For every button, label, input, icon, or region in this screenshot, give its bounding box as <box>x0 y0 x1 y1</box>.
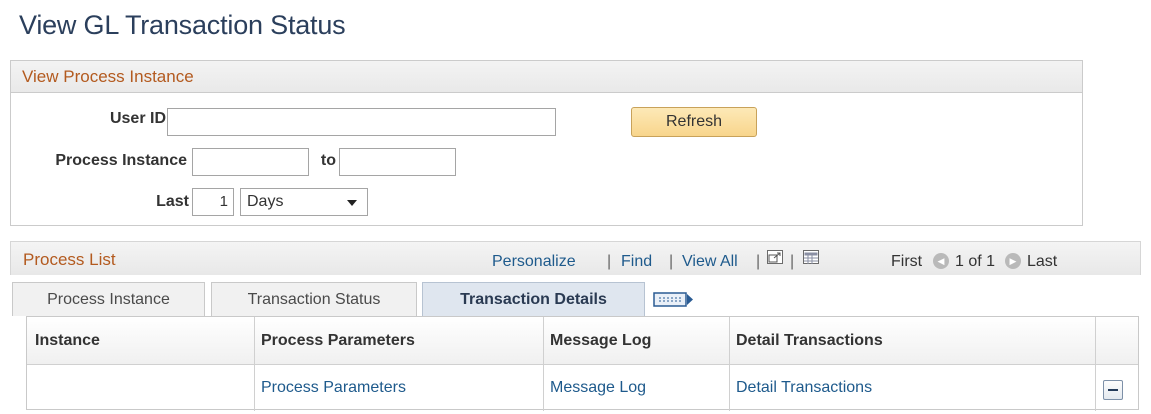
view-process-instance-groupbox: View Process Instance User ID Refresh Pr… <box>10 60 1083 226</box>
tab-transaction-status[interactable]: Transaction Status <box>211 282 417 316</box>
column-divider <box>543 317 544 411</box>
grid-header-row: Instance Process Parameters Message Log … <box>27 317 1138 365</box>
separator: | <box>607 253 612 270</box>
next-arrow-icon[interactable]: ▶ <box>1005 253 1021 269</box>
separator: | <box>790 253 795 270</box>
transaction-details-grid: Instance Process Parameters Message Log … <box>26 316 1139 411</box>
process-list-title: Process List <box>23 250 116 269</box>
page-status: 1 of 1 <box>955 253 996 270</box>
last-value-input[interactable]: 1 <box>192 188 234 216</box>
user-id-input[interactable] <box>167 108 556 136</box>
separator: | <box>669 253 674 270</box>
delete-row-icon[interactable] <box>1103 380 1123 400</box>
process-list-header: Process List Personalize | Find | View A… <box>10 241 1141 275</box>
column-divider <box>729 317 730 411</box>
view-all-link[interactable]: View All <box>682 253 738 271</box>
download-grid-icon[interactable] <box>803 250 819 264</box>
column-header-message-log: Message Log <box>550 332 652 349</box>
personalize-link[interactable]: Personalize <box>492 253 576 271</box>
chevron-down-icon <box>347 200 357 206</box>
first-label: First <box>891 253 923 270</box>
to-label: to <box>320 152 336 169</box>
period-select[interactable]: Days <box>240 188 368 216</box>
last-label: Last <box>156 193 189 210</box>
column-divider <box>254 317 255 411</box>
separator: | <box>756 253 761 270</box>
column-header-process-parameters: Process Parameters <box>261 332 415 349</box>
process-instance-from-input[interactable] <box>192 148 309 176</box>
process-instance-label: Process Instance <box>55 152 187 169</box>
process-instance-to-input[interactable] <box>339 148 456 176</box>
message-log-link[interactable]: Message Log <box>550 379 646 397</box>
find-link[interactable]: Find <box>621 253 652 271</box>
detail-transactions-link[interactable]: Detail Transactions <box>736 379 872 397</box>
groupbox-title: View Process Instance <box>11 61 1082 93</box>
tab-process-instance[interactable]: Process Instance <box>12 282 205 316</box>
new-window-icon[interactable] <box>767 250 783 264</box>
user-id-label: User ID <box>109 110 166 127</box>
column-divider <box>1095 317 1096 411</box>
last-value: 1 <box>219 193 228 210</box>
column-header-instance: Instance <box>35 332 100 349</box>
column-header-detail-transactions: Detail Transactions <box>736 332 883 349</box>
tab-transaction-details[interactable]: Transaction Details <box>422 282 645 316</box>
last-link: Last <box>1027 253 1058 270</box>
period-selected-value: Days <box>247 193 284 210</box>
show-all-columns-icon[interactable] <box>651 290 695 310</box>
process-parameters-link[interactable]: Process Parameters <box>261 379 406 397</box>
page-title: View GL Transaction Status <box>19 10 346 40</box>
refresh-button[interactable]: Refresh <box>631 107 757 137</box>
previous-arrow-icon[interactable]: ◀ <box>933 253 949 269</box>
